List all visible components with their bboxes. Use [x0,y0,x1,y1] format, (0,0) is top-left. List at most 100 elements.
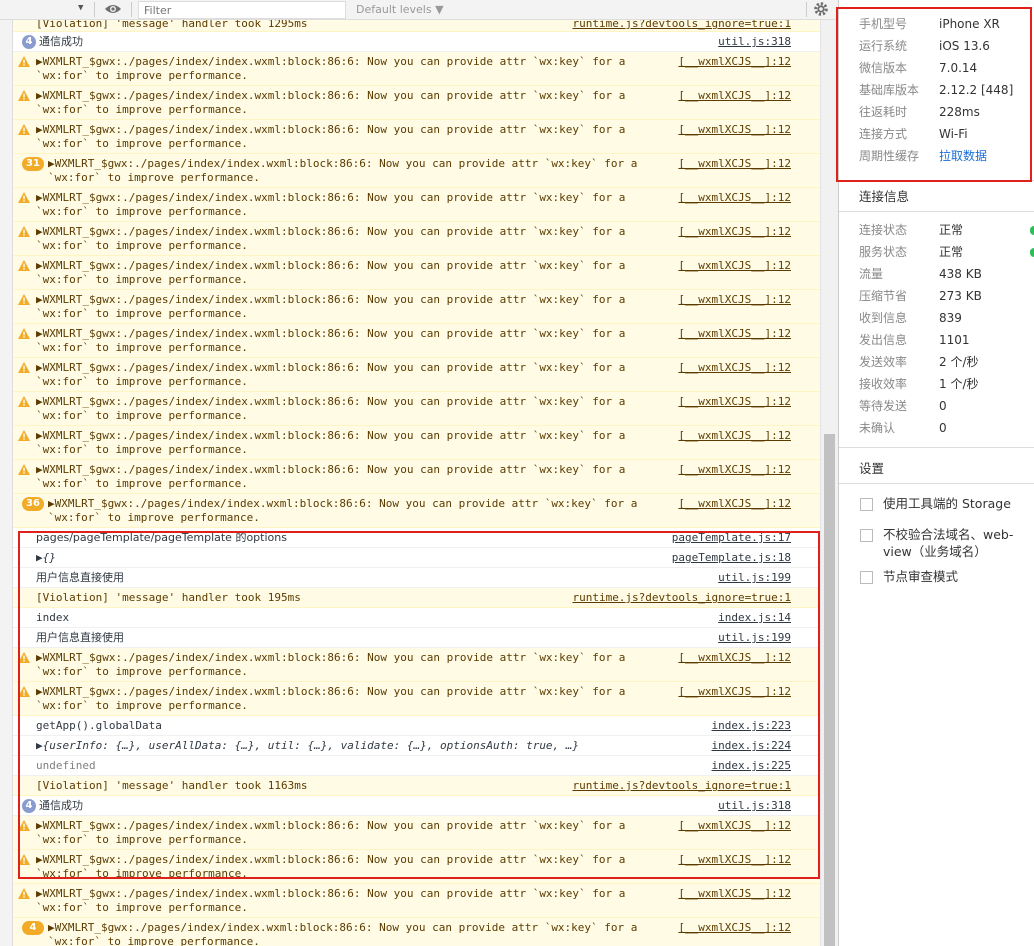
eye-icon[interactable] [104,2,122,16]
log-source-link[interactable]: [__wxmlXCJS__]:12 [678,395,791,409]
log-row-warning[interactable]: [Violation] 'message' handler took 195ms… [13,588,820,608]
info-key: 服务状态 [859,245,908,259]
log-message-continued: `wx:for` to improve performance. [36,665,248,678]
log-source-link[interactable]: [__wxmlXCJS__]:12 [678,327,791,341]
log-source-link[interactable]: [__wxmlXCJS__]:12 [678,463,791,477]
log-row-warning[interactable]: ▶WXMLRT_$gwx:./pages/index/index.wxml:bl… [13,850,820,884]
log-row-warning[interactable]: ▶WXMLRT_$gwx:./pages/index/index.wxml:bl… [13,290,820,324]
log-row-warning[interactable]: ▶WXMLRT_$gwx:./pages/index/index.wxml:bl… [13,884,820,918]
log-message: ▶WXMLRT_$gwx:./pages/index/index.wxml:bl… [36,853,626,866]
console-log[interactable]: [Violation] 'message' handler took 1295m… [13,20,820,946]
filter-input[interactable] [138,1,346,19]
log-row-warning[interactable]: ▶WXMLRT_$gwx:./pages/index/index.wxml:bl… [13,188,820,222]
levels-dropdown[interactable]: Default levels ▼ [356,3,444,16]
log-source-link[interactable]: [__wxmlXCJS__]:12 [678,685,791,699]
settings-option-label[interactable]: 节点审查模式 [883,568,1023,585]
log-row-info[interactable]: 4 通信成功 util.js:318 [13,32,820,52]
log-message-continued: `wx:for` to improve performance. [36,477,248,490]
log-row-warning[interactable]: ▶WXMLRT_$gwx:./pages/index/index.wxml:bl… [13,816,820,850]
log-row-info[interactable]: ▶{userInfo: {…}, userAllData: {…}, util:… [13,736,820,756]
log-source-link[interactable]: runtime.js?devtools_ignore=true:1 [572,779,791,793]
log-row-violation[interactable]: [Violation] 'message' handler took 1295m… [13,20,820,32]
warning-icon [18,124,30,135]
log-row-warning[interactable]: ▶WXMLRT_$gwx:./pages/index/index.wxml:bl… [13,222,820,256]
log-row-warning[interactable]: ▶WXMLRT_$gwx:./pages/index/index.wxml:bl… [13,86,820,120]
log-row-warning[interactable]: 4 ▶WXMLRT_$gwx:./pages/index/index.wxml:b… [13,918,820,946]
log-message: ▶WXMLRT_$gwx:./pages/index/index.wxml:bl… [36,225,626,238]
log-row-warning[interactable]: [Violation] 'message' handler took 1163m… [13,776,820,796]
settings-checkbox[interactable] [860,498,873,511]
log-source-link[interactable]: index.js:225 [712,759,791,773]
settings-option-label[interactable]: 使用工具端的 Storage [883,495,1023,512]
log-source-link[interactable]: runtime.js?devtools_ignore=true:1 [572,591,791,605]
log-source-link[interactable]: [__wxmlXCJS__]:12 [678,89,791,103]
log-source-link[interactable]: pageTemplate.js:18 [672,551,791,565]
log-row-warning[interactable]: ▶WXMLRT_$gwx:./pages/index/index.wxml:bl… [13,392,820,426]
log-row-info[interactable]: ▶{} pageTemplate.js:18 [13,548,820,568]
log-row-warning[interactable]: ▶WXMLRT_$gwx:./pages/index/index.wxml:bl… [13,324,820,358]
log-row-warning[interactable]: 31 ▶WXMLRT_$gwx:./pages/index/index.wxml:… [13,154,820,188]
log-source-link[interactable]: util.js:199 [718,571,791,585]
repeat-count-badge: 4 [22,799,36,813]
context-dropdown-arrow[interactable]: ▼ [78,3,83,13]
log-row-info[interactable]: 用户信息直接使用 util.js:199 [13,568,820,588]
settings-checkbox[interactable] [860,571,873,584]
log-source-link[interactable]: [__wxmlXCJS__]:12 [678,921,791,935]
info-value: 273 KB [939,289,982,303]
log-source-link[interactable]: util.js:318 [718,35,791,49]
log-source-link[interactable]: [__wxmlXCJS__]:12 [678,55,791,69]
log-source-link[interactable]: index.js:224 [712,739,791,753]
log-source-link[interactable]: util.js:199 [718,631,791,645]
repeat-count-badge: 31 [22,157,44,171]
info-value: 0 [939,421,947,435]
log-source-link[interactable]: [__wxmlXCJS__]:12 [678,157,791,171]
log-row-info[interactable]: 4 通信成功 util.js:318 [13,796,820,816]
pull-data-link[interactable]: 拉取数据 [939,145,987,167]
log-row-warning[interactable]: 36 ▶WXMLRT_$gwx:./pages/index/index.wxml:… [13,494,820,528]
log-source-link[interactable]: [__wxmlXCJS__]:12 [678,225,791,239]
log-source-link[interactable]: [__wxmlXCJS__]:12 [678,819,791,833]
log-message-continued: `wx:for` to improve performance. [36,205,248,218]
log-row-info[interactable]: undefined index.js:225 [13,756,820,776]
log-source-link[interactable]: [__wxmlXCJS__]:12 [678,123,791,137]
log-message-continued: `wx:for` to improve performance. [36,273,248,286]
settings-gear-icon[interactable] [813,1,829,17]
log-message-continued: `wx:for` to improve performance. [36,103,248,116]
scrollbar-thumb[interactable] [824,434,835,946]
log-row-warning[interactable]: ▶WXMLRT_$gwx:./pages/index/index.wxml:bl… [13,358,820,392]
info-value: 1 个/秒 [939,377,979,391]
log-row-warning[interactable]: ▶WXMLRT_$gwx:./pages/index/index.wxml:bl… [13,460,820,494]
log-source-link[interactable]: [__wxmlXCJS__]:12 [678,853,791,867]
log-source-link[interactable]: index.js:223 [712,719,791,733]
log-source-link[interactable]: pageTemplate.js:17 [672,531,791,545]
log-source-link[interactable]: [__wxmlXCJS__]:12 [678,887,791,901]
log-source-link[interactable]: [__wxmlXCJS__]:12 [678,259,791,273]
log-source-link[interactable]: util.js:318 [718,799,791,813]
log-message: [Violation] 'message' handler took 1163m… [36,779,308,792]
log-row-info[interactable]: getApp().globalData index.js:223 [13,716,820,736]
log-source-link[interactable]: runtime.js?devtools_ignore=true:1 [572,20,791,31]
log-row-warning[interactable]: ▶WXMLRT_$gwx:./pages/index/index.wxml:bl… [13,256,820,290]
log-source-link[interactable]: index.js:14 [718,611,791,625]
toolbar-divider [806,2,807,17]
console-scrollbar[interactable] [820,20,838,946]
log-source-link[interactable]: [__wxmlXCJS__]:12 [678,361,791,375]
log-row-warning[interactable]: ▶WXMLRT_$gwx:./pages/index/index.wxml:bl… [13,120,820,154]
log-row-info[interactable]: index index.js:14 [13,608,820,628]
console-gutter [0,20,13,946]
log-source-link[interactable]: [__wxmlXCJS__]:12 [678,293,791,307]
log-source-link[interactable]: [__wxmlXCJS__]:12 [678,191,791,205]
log-row-warning[interactable]: ▶WXMLRT_$gwx:./pages/index/index.wxml:bl… [13,52,820,86]
log-row-warning[interactable]: ▶WXMLRT_$gwx:./pages/index/index.wxml:bl… [13,648,820,682]
log-source-link[interactable]: [__wxmlXCJS__]:12 [678,651,791,665]
log-row-warning[interactable]: ▶WXMLRT_$gwx:./pages/index/index.wxml:bl… [13,426,820,460]
log-row-info[interactable]: pages/pageTemplate/pageTemplate 的options… [13,528,820,548]
settings-checkbox[interactable] [860,529,873,542]
settings-option-label[interactable]: 不校验合法域名、web-view（业务域名） [883,526,1023,560]
log-row-warning[interactable]: ▶WXMLRT_$gwx:./pages/index/index.wxml:bl… [13,682,820,716]
info-key: 往返耗时 [859,105,908,119]
log-source-link[interactable]: [__wxmlXCJS__]:12 [678,497,791,511]
log-message: ▶WXMLRT_$gwx:./pages/index/index.wxml:bl… [36,819,626,832]
log-source-link[interactable]: [__wxmlXCJS__]:12 [678,429,791,443]
log-row-info[interactable]: 用户信息直接使用 util.js:199 [13,628,820,648]
